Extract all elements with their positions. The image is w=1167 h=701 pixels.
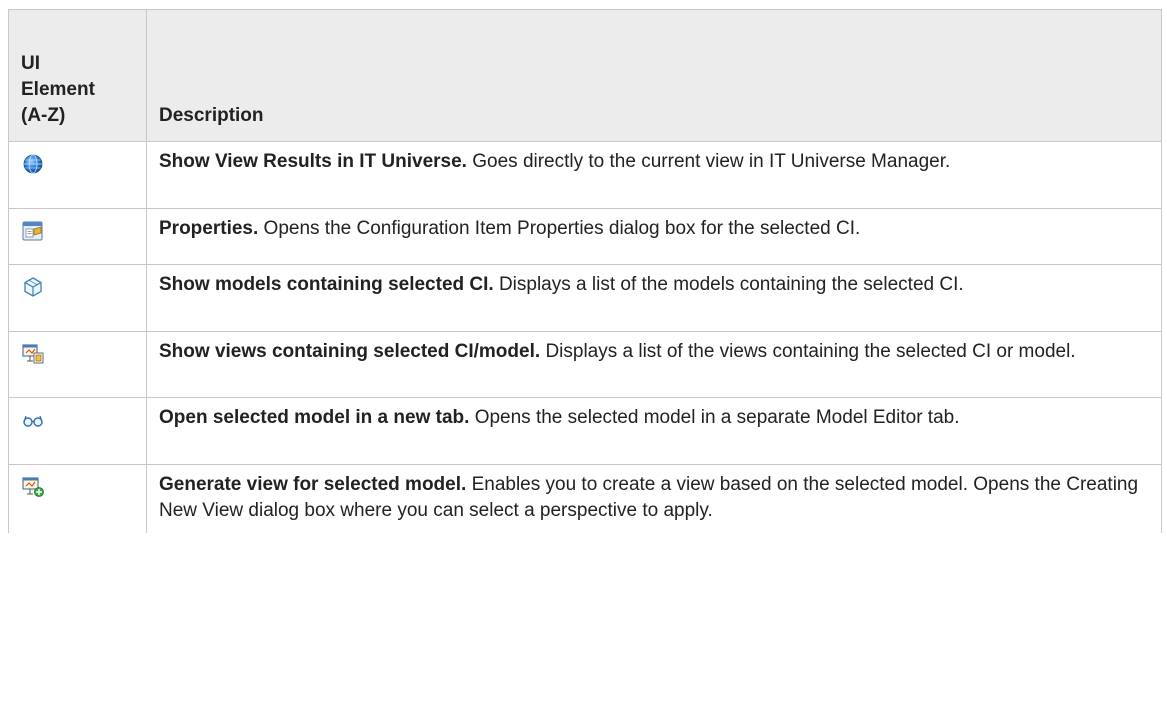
header-ui-element-line1: UI	[21, 53, 40, 74]
row-text: Goes directly to the current view in IT …	[472, 151, 951, 172]
properties-icon	[22, 221, 43, 241]
globe-icon	[23, 154, 43, 174]
header-description: Description	[146, 9, 1162, 142]
table-row: Open selected model in a new tab. Opens …	[8, 397, 1162, 465]
icon-cell	[8, 141, 147, 209]
row-text: Displays a list of the models containing…	[498, 274, 964, 295]
table-row: Properties. Opens the Configuration Item…	[8, 208, 1162, 265]
row-title: Show View Results in IT Universe.	[159, 151, 467, 172]
icon-cell	[8, 264, 147, 332]
description-cell: Generate view for selected model. Enable…	[146, 464, 1162, 533]
icon-cell	[8, 331, 147, 398]
table-header-row: UI Element (A-Z) Description	[8, 9, 1162, 142]
icon-cell	[8, 397, 147, 465]
header-ui-element-line3: (A-Z)	[21, 105, 66, 126]
glasses-icon	[23, 415, 43, 427]
header-ui-element: UI Element (A-Z)	[8, 9, 147, 142]
model-cube-icon	[24, 277, 42, 297]
icon-cell	[8, 464, 147, 533]
row-title: Properties.	[159, 218, 259, 239]
views-containing-icon	[22, 344, 44, 364]
icon-cell	[8, 208, 147, 265]
row-text: Opens the Configuration Item Properties …	[263, 218, 861, 239]
row-title: Generate view for selected model.	[159, 474, 467, 495]
row-text: Displays a list of the views containing …	[545, 341, 1076, 362]
header-ui-element-line2: Element	[21, 79, 95, 100]
row-title: Open selected model in a new tab.	[159, 407, 470, 428]
row-title: Show views containing selected CI/model.	[159, 341, 541, 362]
row-text: Opens the selected model in a separate M…	[474, 407, 960, 428]
generate-view-icon	[22, 477, 44, 497]
description-cell: Show views containing selected CI/model.…	[146, 331, 1162, 398]
description-cell: Show models containing selected CI. Disp…	[146, 264, 1162, 332]
row-title: Show models containing selected CI.	[159, 274, 494, 295]
table-row: Show models containing selected CI. Disp…	[8, 264, 1162, 332]
description-cell: Open selected model in a new tab. Opens …	[146, 397, 1162, 465]
table-row: Generate view for selected model. Enable…	[8, 464, 1162, 533]
table-row: Show View Results in IT Universe. Goes d…	[8, 141, 1162, 209]
table-row: Show views containing selected CI/model.…	[8, 331, 1162, 398]
description-cell: Properties. Opens the Configuration Item…	[146, 208, 1162, 265]
ui-elements-table: UI Element (A-Z) Description Show View R…	[8, 9, 1162, 533]
description-cell: Show View Results in IT Universe. Goes d…	[146, 141, 1162, 209]
